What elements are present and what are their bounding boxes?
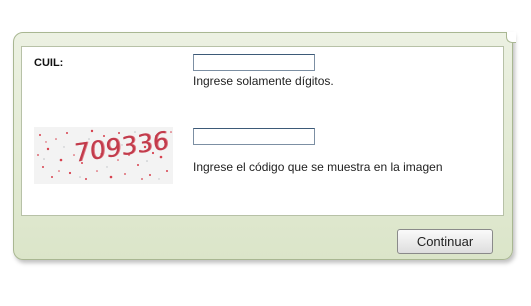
cuil-hint: Ingrese solamente dígitos. [193, 74, 334, 88]
cuil-input[interactable] [193, 54, 315, 71]
continue-button[interactable]: Continuar [397, 229, 493, 254]
captcha-hint: Ingrese el código que se muestra en la i… [193, 160, 443, 174]
cuil-label: CUIL: [34, 57, 64, 69]
form-content-area: CUIL: Ingrese solamente dígitos. 709336 … [21, 46, 504, 216]
panel-corner-notch [506, 32, 516, 43]
captcha-image: 709336 [34, 127, 173, 184]
form-panel: CUIL: Ingrese solamente dígitos. 709336 … [13, 32, 516, 260]
captcha-input[interactable] [193, 128, 315, 145]
